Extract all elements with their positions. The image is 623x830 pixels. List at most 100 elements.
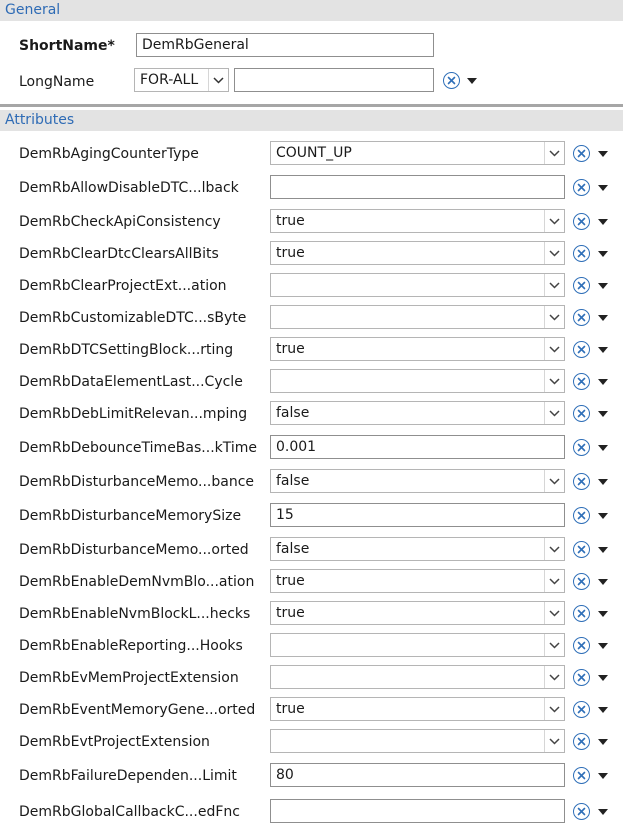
menu-arrow-icon[interactable] <box>467 78 477 84</box>
attribute-row: DemRbCustomizableDTC...sByte <box>0 301 623 333</box>
clear-value-icon[interactable] <box>573 373 590 390</box>
attribute-value: true <box>276 701 305 717</box>
short-name-input[interactable]: DemRbGeneral <box>136 33 434 57</box>
menu-arrow-icon[interactable] <box>598 315 608 321</box>
attribute-row: DemRbClearDtcClearsAllBits true <box>0 237 623 269</box>
menu-arrow-icon[interactable] <box>598 151 608 157</box>
attribute-label: DemRbCheckApiConsistency <box>19 214 221 230</box>
clear-value-icon[interactable] <box>573 245 590 262</box>
chevron-down-icon[interactable] <box>544 470 564 492</box>
attribute-select[interactable] <box>270 633 565 657</box>
attribute-input[interactable] <box>270 799 565 823</box>
long-name-language-select[interactable]: FOR-ALL <box>134 68 229 92</box>
chevron-down-icon[interactable] <box>544 538 564 560</box>
attribute-select[interactable] <box>270 305 565 329</box>
clear-value-icon[interactable] <box>573 733 590 750</box>
clear-value-icon[interactable] <box>573 439 590 456</box>
clear-value-icon[interactable] <box>573 405 590 422</box>
attribute-select[interactable]: true <box>270 241 565 265</box>
menu-arrow-icon[interactable] <box>598 283 608 289</box>
attribute-select[interactable]: true <box>270 601 565 625</box>
clear-value-icon[interactable] <box>573 145 590 162</box>
attribute-select[interactable]: true <box>270 569 565 593</box>
chevron-down-icon[interactable] <box>544 634 564 656</box>
attribute-row: DemRbDebLimitRelevan...mping false <box>0 397 623 429</box>
menu-arrow-icon[interactable] <box>598 773 608 779</box>
clear-value-icon[interactable] <box>443 72 460 89</box>
attribute-select[interactable]: false <box>270 537 565 561</box>
clear-value-icon[interactable] <box>573 637 590 654</box>
chevron-down-icon[interactable] <box>544 242 564 264</box>
attribute-select[interactable]: false <box>270 401 565 425</box>
attribute-label: DemRbEnableDemNvmBlo...ation <box>19 574 255 590</box>
clear-value-icon[interactable] <box>573 213 590 230</box>
chevron-down-icon[interactable] <box>544 306 564 328</box>
menu-arrow-icon[interactable] <box>598 739 608 745</box>
attribute-value: COUNT_UP <box>276 145 352 161</box>
menu-arrow-icon[interactable] <box>598 219 608 225</box>
chevron-down-icon[interactable] <box>544 602 564 624</box>
long-name-input[interactable] <box>234 68 434 92</box>
attribute-value: false <box>276 405 310 421</box>
menu-arrow-icon[interactable] <box>598 547 608 553</box>
attribute-select[interactable]: true <box>270 337 565 361</box>
attribute-select[interactable]: true <box>270 209 565 233</box>
attribute-input[interactable]: 15 <box>270 503 565 527</box>
attribute-select[interactable]: false <box>270 469 565 493</box>
attribute-label: DemRbAllowDisableDTC...lback <box>19 180 239 196</box>
attribute-select[interactable] <box>270 369 565 393</box>
attribute-label: DemRbDisturbanceMemo...orted <box>19 542 249 558</box>
chevron-down-icon[interactable] <box>544 730 564 752</box>
menu-arrow-icon[interactable] <box>598 643 608 649</box>
clear-value-icon[interactable] <box>573 669 590 686</box>
chevron-down-icon[interactable] <box>544 338 564 360</box>
attribute-select[interactable] <box>270 273 565 297</box>
chevron-down-icon[interactable] <box>544 370 564 392</box>
attribute-label: DemRbEvMemProjectExtension <box>19 670 239 686</box>
clear-value-icon[interactable] <box>573 541 590 558</box>
menu-arrow-icon[interactable] <box>598 513 608 519</box>
attribute-row: DemRbDisturbanceMemorySize 15 <box>0 499 623 531</box>
clear-value-icon[interactable] <box>573 473 590 490</box>
menu-arrow-icon[interactable] <box>598 479 608 485</box>
chevron-down-icon[interactable] <box>544 666 564 688</box>
attribute-select[interactable]: COUNT_UP <box>270 141 565 165</box>
menu-arrow-icon[interactable] <box>598 611 608 617</box>
chevron-down-icon[interactable] <box>544 570 564 592</box>
attribute-label: DemRbAgingCounterType <box>19 146 199 162</box>
menu-arrow-icon[interactable] <box>598 251 608 257</box>
attribute-row: DemRbEvMemProjectExtension <box>0 661 623 693</box>
menu-arrow-icon[interactable] <box>598 347 608 353</box>
menu-arrow-icon[interactable] <box>598 185 608 191</box>
attribute-select[interactable] <box>270 729 565 753</box>
clear-value-icon[interactable] <box>573 179 590 196</box>
attribute-select[interactable]: true <box>270 697 565 721</box>
menu-arrow-icon[interactable] <box>598 579 608 585</box>
attribute-input[interactable] <box>270 175 565 199</box>
menu-arrow-icon[interactable] <box>598 809 608 815</box>
clear-value-icon[interactable] <box>573 767 590 784</box>
chevron-down-icon[interactable] <box>544 142 564 164</box>
menu-arrow-icon[interactable] <box>598 445 608 451</box>
clear-value-icon[interactable] <box>573 573 590 590</box>
chevron-down-icon[interactable] <box>544 698 564 720</box>
chevron-down-icon[interactable] <box>544 402 564 424</box>
clear-value-icon[interactable] <box>573 605 590 622</box>
attribute-row: DemRbDataElementLast...Cycle <box>0 365 623 397</box>
attribute-input[interactable]: 80 <box>270 763 565 787</box>
chevron-down-icon[interactable] <box>544 210 564 232</box>
clear-value-icon[interactable] <box>573 341 590 358</box>
chevron-down-icon[interactable] <box>544 274 564 296</box>
menu-arrow-icon[interactable] <box>598 675 608 681</box>
attribute-input[interactable]: 0.001 <box>270 435 565 459</box>
menu-arrow-icon[interactable] <box>598 411 608 417</box>
clear-value-icon[interactable] <box>573 277 590 294</box>
chevron-down-icon[interactable] <box>208 69 228 91</box>
clear-value-icon[interactable] <box>573 309 590 326</box>
clear-value-icon[interactable] <box>573 507 590 524</box>
menu-arrow-icon[interactable] <box>598 707 608 713</box>
menu-arrow-icon[interactable] <box>598 379 608 385</box>
clear-value-icon[interactable] <box>573 803 590 820</box>
clear-value-icon[interactable] <box>573 701 590 718</box>
attribute-select[interactable] <box>270 665 565 689</box>
